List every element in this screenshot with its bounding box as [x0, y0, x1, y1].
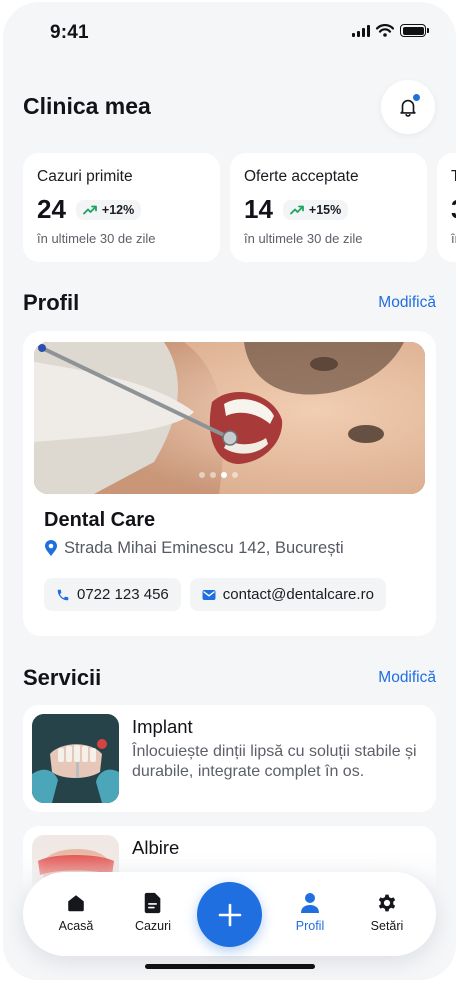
user-icon — [301, 893, 319, 913]
stat-value: 3 — [451, 194, 456, 225]
app-screen: 9:41 Clinica mea Cazuri primite 24 +12% … — [3, 2, 456, 980]
stat-card-offers[interactable]: Oferte acceptate 14 +15% în ultimele 30 … — [230, 153, 427, 262]
trend-value: +12% — [101, 202, 135, 217]
nav-item-profile[interactable]: Profil — [275, 892, 345, 933]
service-name: Implant — [132, 716, 193, 737]
services-section-title: Servicii — [23, 665, 102, 690]
trend-up-icon — [83, 205, 97, 214]
status-icons — [352, 24, 429, 37]
service-thumbnail — [32, 714, 119, 803]
nav-item-settings[interactable]: Setări — [352, 892, 422, 933]
bottom-navigation: Acasă Cazuri Profil Setări — [23, 872, 436, 956]
plus-icon — [218, 903, 241, 926]
home-indicator[interactable] — [145, 964, 315, 969]
stat-subtitle: în ultimele 30 de zile — [244, 231, 363, 246]
phone-chip[interactable]: 0722 123 456 — [44, 578, 181, 611]
service-card-implant[interactable]: Implant Înlocuiește dinții lipsă cu solu… — [23, 705, 436, 812]
signal-icon — [352, 24, 370, 37]
stat-title: Cazuri primite — [37, 168, 133, 185]
battery-icon — [400, 24, 429, 37]
email-chip[interactable]: contact@dentalcare.ro — [189, 578, 386, 611]
add-button[interactable] — [197, 882, 262, 947]
notification-dot — [412, 93, 421, 102]
status-bar: 9:41 — [3, 2, 456, 66]
profile-section-title: Profil — [23, 290, 80, 315]
wifi-icon — [376, 24, 394, 37]
stat-subtitle: în — [451, 231, 456, 246]
contact-chips: 0722 123 456 contact@dentalcare.ro — [44, 578, 386, 611]
stats-carousel[interactable]: Cazuri primite 24 +12% în ultimele 30 de… — [23, 153, 456, 263]
mail-icon — [202, 589, 216, 600]
service-description: Înlocuiește dinții lipsă cu soluții stab… — [132, 743, 417, 780]
clinic-address: Strada Mihai Eminescu 142, București — [44, 539, 344, 558]
stat-card-cases[interactable]: Cazuri primite 24 +12% în ultimele 30 de… — [23, 153, 220, 262]
home-icon — [68, 895, 84, 912]
stat-title: Oferte acceptate — [244, 168, 359, 185]
nav-label: Profil — [295, 919, 325, 933]
notifications-button[interactable] — [381, 80, 435, 134]
carousel-dot[interactable] — [210, 472, 216, 478]
phone-icon — [57, 589, 69, 600]
edit-services-link[interactable]: Modifică — [378, 669, 436, 687]
phone-number: 0722 123 456 — [77, 586, 169, 603]
page-title: Clinica mea — [23, 93, 151, 119]
nav-label: Acasă — [58, 919, 94, 933]
nav-item-cases[interactable]: Cazuri — [118, 892, 188, 933]
stat-subtitle: în ultimele 30 de zile — [37, 231, 156, 246]
carousel-dot[interactable] — [199, 472, 205, 478]
document-icon — [144, 892, 161, 914]
clinic-name: Dental Care — [44, 509, 156, 531]
stat-title: T — [451, 168, 456, 185]
trend-badge: +15% — [282, 199, 349, 220]
profile-card: Dental Care Strada Mihai Eminescu 142, B… — [23, 331, 436, 636]
edit-profile-link[interactable]: Modifică — [378, 294, 436, 312]
stat-value: 14 — [244, 194, 273, 224]
stat-card-partial[interactable]: T 3 în — [437, 153, 456, 262]
status-time: 9:41 — [50, 22, 89, 43]
gear-icon — [378, 894, 396, 912]
clinic-photo[interactable] — [34, 342, 425, 494]
carousel-dot[interactable] — [232, 472, 238, 478]
stat-value: 24 — [37, 194, 66, 224]
address-text: Strada Mihai Eminescu 142, București — [64, 539, 344, 557]
nav-label: Cazuri — [134, 919, 172, 933]
nav-label: Setări — [370, 919, 404, 933]
carousel-dot-active[interactable] — [221, 472, 227, 478]
carousel-dots[interactable] — [199, 472, 238, 478]
email-address: contact@dentalcare.ro — [222, 586, 374, 603]
nav-item-home[interactable]: Acasă — [41, 892, 111, 933]
trend-up-icon — [290, 205, 304, 214]
trend-badge: +12% — [75, 199, 142, 220]
trend-value: +15% — [308, 202, 342, 217]
location-pin-icon — [45, 540, 57, 556]
